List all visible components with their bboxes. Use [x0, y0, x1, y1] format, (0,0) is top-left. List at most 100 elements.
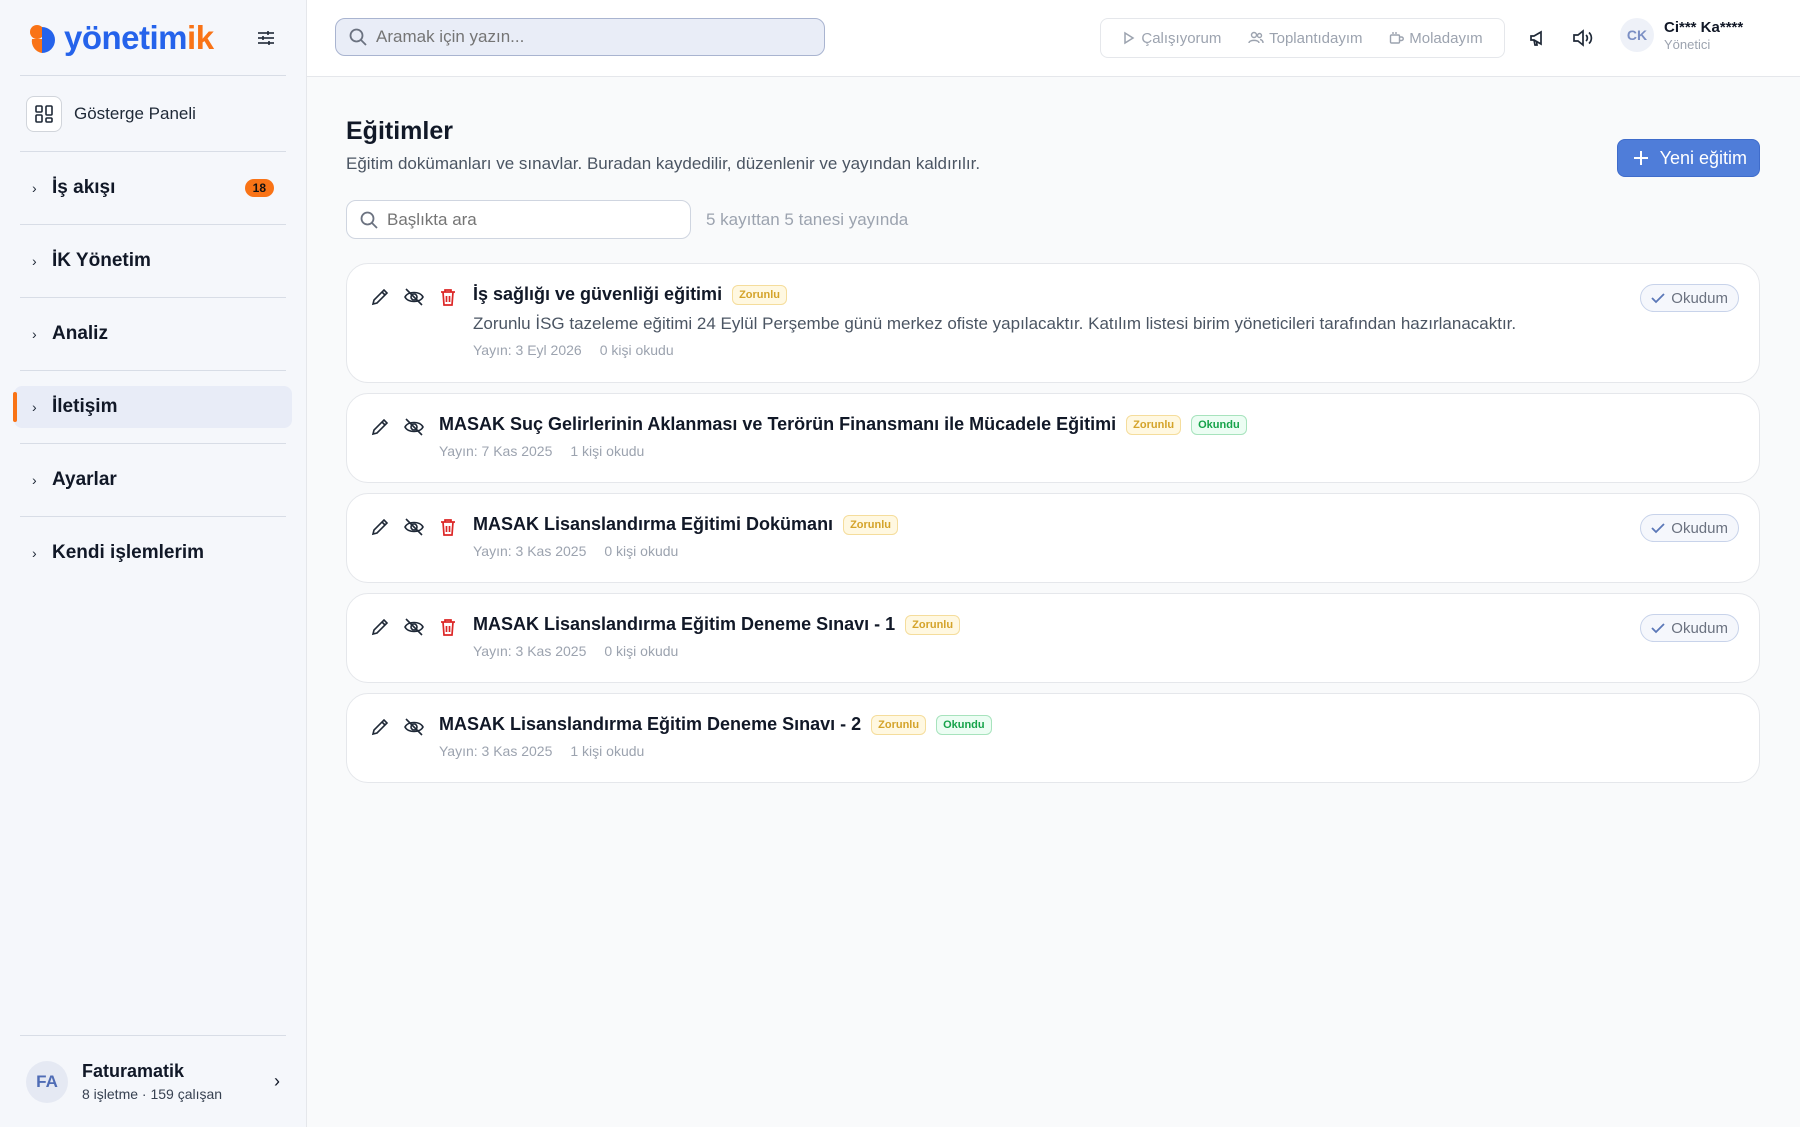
chevron-right-icon: › — [32, 180, 37, 196]
new-training-button[interactable]: Yeni eğitim — [1616, 139, 1760, 177]
required-badge: Zorunlu — [843, 514, 898, 535]
sidebar: yönetimik Gösterge Paneli › İş akışı 18 — [0, 0, 307, 1127]
status-group: Çalışıyorum Toplantıdayım Moladayım — [1100, 18, 1505, 58]
status-working-button[interactable]: Çalışıyorum — [1122, 30, 1221, 47]
megaphone-icon — [1530, 30, 1542, 46]
edit-button[interactable] — [369, 516, 391, 538]
sidebar-item-hr[interactable]: › İK Yönetim — [14, 240, 292, 282]
pencil-icon — [371, 618, 389, 636]
sidebar-item-communication[interactable]: › İletişim — [13, 386, 292, 428]
status-meeting-button[interactable]: Toplantıdayım — [1248, 30, 1363, 47]
sidebar-item-workflow[interactable]: › İş akışı 18 — [14, 167, 292, 209]
edit-button[interactable] — [369, 716, 391, 738]
training-title[interactable]: İş sağlığı ve güvenliği eğitimi — [473, 284, 722, 305]
reader-count: 1 kişi okudu — [570, 443, 645, 459]
page-title: Eğitimler — [346, 117, 453, 145]
card-actions — [369, 614, 459, 638]
training-title[interactable]: MASAK Lisanslandırma Eğitimi Dokümanı — [473, 514, 833, 535]
unpublish-button[interactable] — [403, 516, 425, 538]
play-icon — [1124, 31, 1135, 45]
pencil-icon — [371, 288, 389, 306]
reader-count: 1 kişi okudu — [570, 743, 645, 759]
sound-button[interactable] — [1571, 26, 1595, 50]
company-switcher[interactable]: FA Faturamatik 8 işletme · 159 çalışan › — [20, 1035, 286, 1127]
mark-read-button[interactable]: Okudum — [1640, 514, 1739, 542]
new-training-label: Yeni eğitim — [1659, 147, 1747, 168]
edit-button[interactable] — [369, 416, 391, 438]
delete-button[interactable] — [437, 286, 459, 308]
chevron-right-icon: › — [32, 472, 37, 488]
unpublish-button[interactable] — [403, 716, 425, 738]
unpublish-button[interactable] — [403, 616, 425, 638]
title-row: İş sağlığı ve güvenliği eğitimi Zorunlu — [473, 284, 1739, 305]
unpublish-button[interactable] — [403, 286, 425, 308]
sidebar-item-analytics[interactable]: › Analiz — [14, 313, 292, 355]
user-name: Ci*** Ka**** — [1664, 18, 1744, 36]
status-break-button[interactable]: Moladayım — [1389, 30, 1483, 47]
volume-icon — [1573, 29, 1593, 47]
search-icon — [360, 211, 378, 229]
mark-read-button[interactable]: Okudum — [1640, 284, 1739, 312]
edit-button[interactable] — [369, 286, 391, 308]
publish-date: Yayın: 3 Eyl 2026 — [473, 342, 582, 358]
nav-group: › Kendi işlemlerim — [0, 517, 306, 589]
publish-date: Yayın: 3 Kas 2025 — [439, 743, 553, 759]
nav-group: › Analiz — [0, 298, 306, 370]
title-row: MASAK Lisanslandırma Eğitim Deneme Sınav… — [473, 614, 1739, 635]
required-badge: Zorunlu — [905, 614, 961, 635]
sidebar-item-settings[interactable]: › Ayarlar — [14, 459, 292, 501]
page-description: Eğitim dokümanları ve sınavlar. Buradan … — [346, 154, 981, 173]
sidebar-item-dashboard[interactable]: Gösterge Paneli — [0, 76, 306, 151]
brand-logo[interactable]: yönetimik — [26, 19, 214, 57]
publish-date: Yayın: 3 Kas 2025 — [473, 643, 587, 659]
chevron-right-icon: › — [32, 326, 37, 342]
delete-button[interactable] — [437, 516, 459, 538]
card-body: MASAK Lisanslandırma Eğitim Deneme Sınav… — [473, 614, 1739, 659]
trash-icon — [441, 619, 455, 636]
coffee-icon — [1390, 32, 1405, 44]
eye-off-icon — [404, 718, 424, 736]
training-card: MASAK Lisanslandırma Eğitim Deneme Sınav… — [346, 593, 1760, 683]
chevron-right-icon: › — [274, 1071, 280, 1091]
read-badge: Okundu — [1191, 414, 1247, 435]
sidebar-item-label: İş akışı — [52, 177, 116, 198]
publish-date: Yayın: 7 Kas 2025 — [439, 443, 553, 459]
brand-name: yönetimik — [64, 18, 214, 56]
sidebar-item-label: Ayarlar — [52, 469, 117, 490]
training-title[interactable]: MASAK Lisanslandırma Eğitim Deneme Sınav… — [439, 714, 861, 735]
card-actions — [369, 514, 459, 538]
announcements-button[interactable] — [1526, 26, 1550, 50]
training-meta: Yayın: 3 Kas 2025 0 kişi okudu — [473, 643, 1739, 659]
sidebar-item-my-actions[interactable]: › Kendi işlemlerim — [14, 532, 292, 574]
sidebar-item-label: İK Yönetim — [52, 250, 151, 271]
sidebar-item-label: İletişim — [52, 396, 118, 417]
mark-read-button[interactable]: Okudum — [1640, 614, 1739, 642]
mark-read-label: Okudum — [1671, 619, 1728, 637]
card-actions — [369, 714, 425, 738]
trash-icon — [441, 289, 455, 306]
required-badge: Zorunlu — [871, 714, 927, 735]
delete-button[interactable] — [437, 616, 459, 638]
pencil-icon — [371, 418, 389, 436]
reader-count: 0 kişi okudu — [604, 543, 679, 559]
global-search-input[interactable] — [376, 27, 812, 47]
edit-button[interactable] — [369, 616, 391, 638]
user-info: Ci*** Ka**** Yönetici — [1664, 19, 1743, 52]
chevron-right-icon: › — [32, 399, 37, 415]
title-search-input[interactable] — [387, 209, 678, 230]
training-title[interactable]: MASAK Suç Gelirlerinin Aklanması ve Terö… — [439, 414, 1116, 435]
training-meta: Yayın: 3 Kas 2025 0 kişi okudu — [473, 543, 1739, 559]
user-menu[interactable]: CK Ci*** Ka**** Yönetici — [1620, 18, 1743, 52]
sidebar-settings-toggle[interactable] — [252, 24, 280, 52]
nav-group: › İletişim — [0, 371, 306, 443]
logo-row: yönetimik — [0, 0, 306, 75]
eye-off-icon — [404, 418, 424, 436]
unpublish-button[interactable] — [403, 416, 425, 438]
required-badge: Zorunlu — [1126, 414, 1182, 435]
eye-off-icon — [404, 288, 424, 306]
training-title[interactable]: MASAK Lisanslandırma Eğitim Deneme Sınav… — [473, 614, 895, 635]
required-badge: Zorunlu — [732, 284, 788, 305]
training-card: İş sağlığı ve güvenliği eğitimi Zorunlu … — [346, 263, 1760, 383]
company-avatar: FA — [26, 1060, 68, 1103]
trash-icon — [441, 519, 455, 536]
